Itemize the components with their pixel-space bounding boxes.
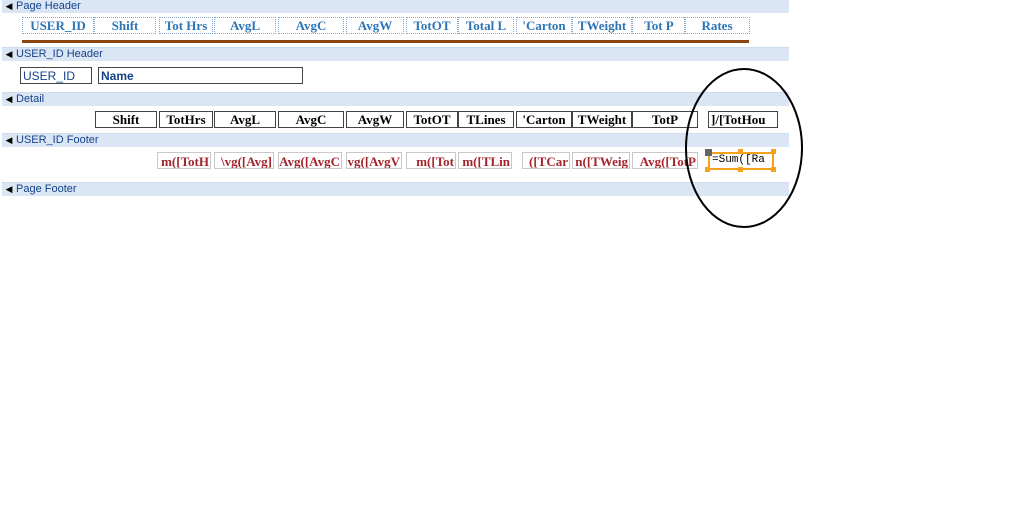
section-bar-detail[interactable]: ◀ Detail [2, 93, 789, 106]
field-tweight[interactable]: TWeight [572, 111, 632, 128]
detail-region[interactable]: Shift TotHrs AvgL AvgC AvgW TotOT TLines… [2, 106, 789, 134]
footer-avg-avgl[interactable]: \vg([Avg] [214, 152, 274, 169]
resize-handle-top-right[interactable] [771, 149, 776, 154]
userid-header-region[interactable]: USER_ID Name [2, 61, 789, 93]
footer-sum-tweight[interactable]: n([TWeig [572, 152, 630, 169]
label-avgc[interactable]: AvgC [278, 17, 344, 34]
label-totot[interactable]: TotOT [406, 17, 458, 34]
header-divider-line[interactable] [22, 40, 749, 43]
footer-avg-totp[interactable]: Avg([TotP [632, 152, 698, 169]
label-avgw[interactable]: AvgW [346, 17, 404, 34]
field-shift[interactable]: Shift [95, 111, 157, 128]
field-tothrs[interactable]: TotHrs [159, 111, 213, 128]
collapse-icon: ◀ [5, 49, 13, 59]
page-header-region[interactable]: USER_ID Shift Tot Hrs AvgL AvgC AvgW Tot… [2, 13, 789, 48]
resize-handle-bottom[interactable] [738, 167, 743, 172]
footer-sum-tlines[interactable]: m([TLin [458, 152, 512, 169]
field-rate-expression[interactable]: ]/[TotHou [708, 111, 778, 128]
footer-avg-avgw[interactable]: vg([AvgV [346, 152, 402, 169]
move-handle[interactable] [705, 149, 712, 156]
section-title: Page Header [16, 0, 81, 12]
field-avgw[interactable]: AvgW [346, 111, 404, 128]
resize-handle-top[interactable] [738, 149, 743, 154]
label-user-id[interactable]: USER_ID [22, 17, 94, 34]
section-title: USER_ID Footer [16, 134, 99, 146]
label-tot-hrs[interactable]: Tot Hrs [159, 17, 213, 34]
userid-textbox[interactable]: USER_ID [20, 67, 92, 84]
section-title: USER_ID Header [16, 48, 103, 60]
label-carton[interactable]: 'Carton [516, 17, 572, 34]
field-carton[interactable]: 'Carton [516, 111, 572, 128]
section-title: Detail [16, 93, 45, 105]
collapse-icon: ◀ [5, 94, 13, 104]
field-totot[interactable]: TotOT [406, 111, 458, 128]
label-rates[interactable]: Rates [684, 17, 750, 34]
footer-avg-avgc[interactable]: Avg([AvgC [278, 152, 342, 169]
label-tot-p[interactable]: Tot P [632, 17, 686, 34]
collapse-icon: ◀ [5, 1, 13, 11]
userid-footer-region[interactable]: m([TotH \vg([Avg] Avg([AvgC vg([AvgV m([… [2, 147, 789, 183]
footer-sum-tcarton[interactable]: ([TCar [522, 152, 570, 169]
resize-handle-bottom-right[interactable] [771, 167, 776, 172]
label-total-l[interactable]: Total L [458, 17, 514, 34]
section-bar-userid-header[interactable]: ◀ USER_ID Header [2, 48, 789, 61]
label-avgl[interactable]: AvgL [214, 17, 276, 34]
field-tlines[interactable]: TLines [458, 111, 514, 128]
footer-sum-totot[interactable]: m([Tot [406, 152, 456, 169]
name-textbox[interactable]: Name [98, 67, 303, 84]
section-bar-userid-footer[interactable]: ◀ USER_ID Footer [2, 134, 789, 147]
footer-sum-tothrs[interactable]: m([TotH [157, 152, 211, 169]
field-avgl[interactable]: AvgL [214, 111, 276, 128]
resize-handle-bottom-left[interactable] [705, 167, 710, 172]
field-avgc[interactable]: AvgC [278, 111, 344, 128]
section-bar-page-header[interactable]: ◀ Page Header [2, 0, 789, 13]
label-shift[interactable]: Shift [94, 17, 156, 34]
label-tweight[interactable]: TWeight [572, 17, 632, 34]
collapse-icon: ◀ [5, 135, 13, 145]
field-totp[interactable]: TotP [632, 111, 698, 128]
collapse-icon: ◀ [5, 184, 13, 194]
section-bar-page-footer[interactable]: ◀ Page Footer [2, 183, 789, 196]
section-title: Page Footer [16, 183, 77, 195]
